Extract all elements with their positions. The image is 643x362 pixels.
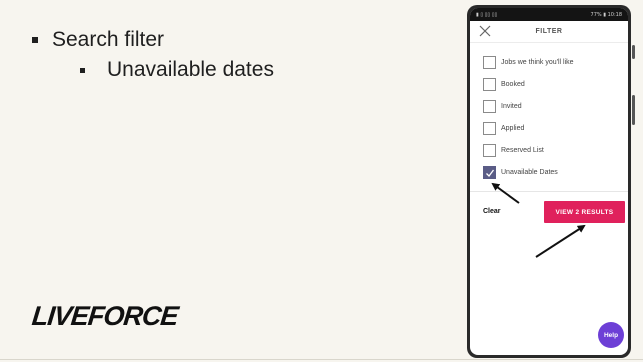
divider [470, 191, 628, 192]
clear-button[interactable]: Clear [483, 208, 501, 215]
phone-volume-button [632, 95, 635, 125]
bullet-square-icon [32, 37, 38, 43]
liveforce-logo: LIVEFORCE [30, 301, 180, 331]
filter-header: FILTER [470, 21, 628, 43]
phone-frame: ▮ ▯ ▯▯ ▯▯ 77% ▮ 10:18 FILTER Jobs we thi… [467, 5, 635, 358]
slide-bottom-line [0, 359, 643, 360]
phone-screen: ▮ ▯ ▯▯ ▯▯ 77% ▮ 10:18 FILTER Jobs we thi… [470, 8, 628, 355]
filter-option-applied[interactable]: Applied [483, 122, 524, 135]
checkbox-checked[interactable] [483, 166, 496, 179]
slide: Search filter Unavailable dates LIVEFORC… [0, 0, 643, 362]
filter-option-invited[interactable]: Invited [483, 100, 522, 113]
checkmark-icon [485, 169, 494, 177]
bullet-unavailable-dates: Unavailable dates [80, 58, 274, 82]
filter-option-unavailable-dates[interactable]: Unavailable Dates [483, 166, 558, 179]
view-results-button[interactable]: VIEW 2 RESULTS [544, 201, 625, 223]
phone-side-button [632, 45, 635, 59]
checkbox[interactable] [483, 56, 496, 69]
close-icon[interactable] [479, 25, 491, 37]
option-label: Booked [501, 81, 525, 88]
option-label: Invited [501, 103, 522, 110]
status-right: 77% ▮ 10:18 [590, 11, 622, 18]
option-label: Applied [501, 125, 525, 132]
page-title: FILTER [535, 28, 563, 35]
bullet-search-filter: Search filter [32, 28, 164, 52]
checkbox[interactable] [483, 122, 496, 135]
help-button[interactable]: Help [598, 322, 624, 348]
filter-option-reserved-list[interactable]: Reserved List [483, 144, 544, 157]
status-bar: ▮ ▯ ▯▯ ▯▯ 77% ▮ 10:18 [470, 8, 628, 21]
checkbox[interactable] [483, 144, 496, 157]
option-label: Reserved List [501, 147, 544, 154]
checkbox[interactable] [483, 78, 496, 91]
option-label: Unavailable Dates [501, 169, 558, 176]
bullet-text: Unavailable dates [107, 58, 274, 81]
status-left: ▮ ▯ ▯▯ ▯▯ [476, 11, 498, 18]
option-label: Jobs we think you'll like [501, 59, 574, 66]
filter-option-booked[interactable]: Booked [483, 78, 525, 91]
bullet-text: Search filter [52, 28, 165, 51]
checkbox[interactable] [483, 100, 496, 113]
bullet-square-icon [80, 67, 85, 73]
filter-option-jobs-you-like[interactable]: Jobs we think you'll like [483, 56, 574, 69]
